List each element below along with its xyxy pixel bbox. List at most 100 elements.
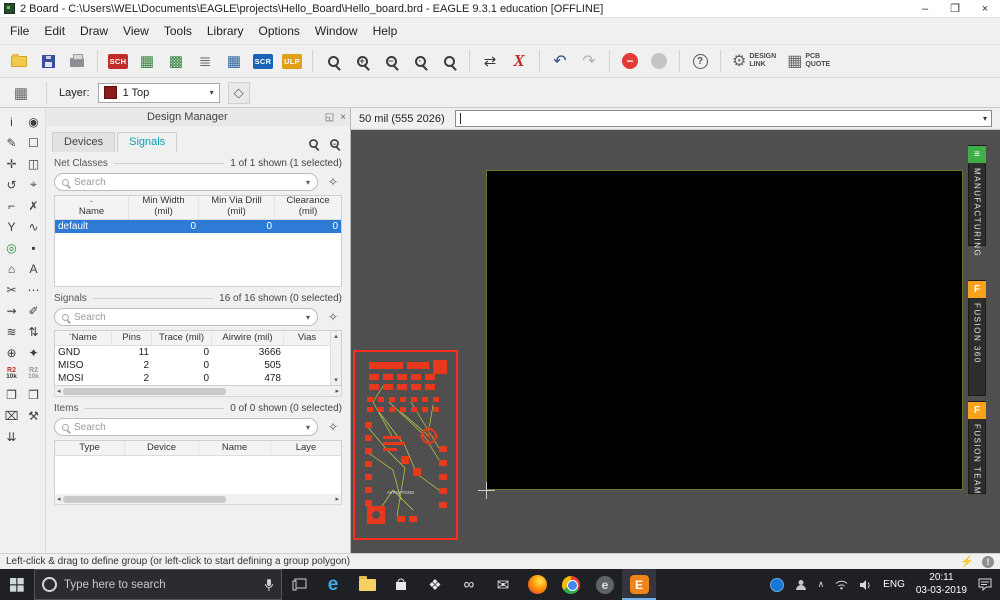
- rotate-tool-icon[interactable]: ↺: [1, 174, 23, 195]
- smash-tool-icon[interactable]: R2 10k: [1, 363, 23, 384]
- net-class-row-default[interactable]: default 0 0 0: [55, 220, 341, 233]
- command-input[interactable]: ▾: [454, 110, 992, 127]
- tab-devices[interactable]: Devices: [52, 132, 116, 152]
- signals-search-input[interactable]: Search ▾: [54, 308, 318, 326]
- signal-row-miso[interactable]: MISO 2 0 505: [55, 359, 330, 372]
- cancel-command-button[interactable]: X: [506, 48, 532, 74]
- tab-signals[interactable]: Signals: [117, 132, 178, 152]
- unsmash-tool-icon[interactable]: R2 10k: [23, 363, 45, 384]
- loop-app-button[interactable]: ∞: [452, 569, 486, 600]
- scroll-up-icon[interactable]: ▴: [334, 332, 338, 340]
- column-header-min-via-drill[interactable]: Min Via Drill (mil): [199, 195, 275, 219]
- column-header-name[interactable]: Name: [199, 441, 271, 455]
- float-panel-icon[interactable]: ◱: [325, 112, 334, 123]
- chrome-button[interactable]: [554, 569, 588, 600]
- erase-tool-icon[interactable]: ⌧: [1, 405, 23, 426]
- wrench-tool-icon[interactable]: ⚒: [23, 405, 45, 426]
- zoom-out-button[interactable]: −: [378, 48, 404, 74]
- optimize-tool-icon[interactable]: ⋯: [23, 279, 45, 300]
- filter-wand-icon[interactable]: ✧: [324, 418, 342, 436]
- group-tool-icon[interactable]: ☐: [23, 132, 45, 153]
- signal-row-gnd[interactable]: GND 11 0 3666: [55, 346, 330, 359]
- paste-tool-icon[interactable]: ❒: [23, 384, 45, 405]
- display-tool-icon[interactable]: ✎: [1, 132, 23, 153]
- go-button[interactable]: [646, 48, 672, 74]
- fusion-team-tab[interactable]: F FUSION TEAM: [968, 401, 986, 495]
- task-view-button[interactable]: [282, 569, 316, 600]
- dropbox-button[interactable]: ❖: [418, 569, 452, 600]
- board-canvas[interactable]: AVRISP/GND ≡ MANUFACTURING F FUSION 360 …: [351, 130, 1000, 553]
- column-header-clearance[interactable]: Clearance (mil): [275, 195, 341, 219]
- collapse-tools-icon[interactable]: ⇊: [1, 426, 23, 447]
- cam-button[interactable]: ▦: [221, 48, 247, 74]
- taskbar-search-box[interactable]: Type here to search: [34, 569, 282, 600]
- items-horizontal-scrollbar[interactable]: ◂ ▸: [54, 494, 342, 505]
- menu-help[interactable]: Help: [373, 24, 398, 38]
- delete-tool-icon[interactable]: ✗: [23, 195, 45, 216]
- zoom-in-button[interactable]: +: [349, 48, 375, 74]
- menu-tools[interactable]: Tools: [164, 24, 192, 38]
- save-button[interactable]: [35, 48, 61, 74]
- signals-horizontal-scrollbar[interactable]: ◂ ▸: [54, 386, 342, 397]
- edge-browser-button[interactable]: e: [316, 569, 350, 600]
- language-indicator[interactable]: ENG: [883, 579, 905, 590]
- column-header-trace[interactable]: Trace (mil): [152, 331, 212, 345]
- menu-edit[interactable]: Edit: [44, 24, 65, 38]
- schematic-button[interactable]: SCH: [105, 48, 131, 74]
- board-outline[interactable]: [486, 170, 963, 490]
- undo-button[interactable]: ↶: [547, 48, 573, 74]
- people-tray-icon[interactable]: [795, 579, 807, 591]
- stop-button[interactable]: −: [617, 48, 643, 74]
- polygon-tool-icon[interactable]: ⌂: [1, 258, 23, 279]
- close-button[interactable]: ×: [970, 0, 1000, 17]
- tag-button[interactable]: ◇: [227, 81, 250, 104]
- scroll-down-icon[interactable]: ▾: [334, 376, 338, 384]
- zoom-to-selection-icon[interactable]: [309, 139, 318, 148]
- mirror-tool-icon[interactable]: ◫: [23, 153, 45, 174]
- layer-select[interactable]: 1 Top ▾: [97, 82, 220, 103]
- menu-library[interactable]: Library: [207, 24, 244, 38]
- warning-icon[interactable]: !: [982, 555, 994, 568]
- menu-draw[interactable]: Draw: [80, 24, 108, 38]
- taskbar-clock[interactable]: 20:11 03-03-2019: [916, 572, 967, 597]
- zoom-redraw-button[interactable]: [436, 48, 462, 74]
- grid-button[interactable]: ▦: [8, 80, 34, 106]
- lightning-icon[interactable]: ⚡: [960, 555, 974, 568]
- volume-icon[interactable]: [859, 579, 872, 591]
- script-button[interactable]: SCR: [250, 48, 276, 74]
- copy-tool-icon[interactable]: ❐: [1, 384, 23, 405]
- pcb-quote-button[interactable]: ▦ PCB QUOTE: [783, 51, 834, 71]
- browser-secondary-button[interactable]: e: [588, 569, 622, 600]
- action-center-icon[interactable]: [978, 578, 992, 591]
- column-header-pins[interactable]: Pins: [112, 331, 152, 345]
- scroll-left-icon[interactable]: ◂: [57, 495, 61, 503]
- zoom-select-button[interactable]: ·: [407, 48, 433, 74]
- microphone-icon[interactable]: [264, 578, 274, 592]
- swap-layers-button[interactable]: ⇄: [477, 48, 503, 74]
- scroll-right-icon[interactable]: ▸: [335, 495, 339, 503]
- column-header-name[interactable]: ˆ Name: [55, 196, 129, 219]
- eagle-app-button[interactable]: E: [622, 569, 656, 600]
- scrollbar-thumb[interactable]: [62, 495, 227, 503]
- column-header-min-width[interactable]: Min Width (mil): [129, 195, 199, 219]
- open-button[interactable]: [6, 48, 32, 74]
- text-tool-icon[interactable]: A: [23, 258, 45, 279]
- column-header-airwire[interactable]: Airwire (mil): [212, 331, 284, 345]
- zoom-fit-selection-icon[interactable]: −: [330, 139, 339, 148]
- split-tool-icon[interactable]: Y: [1, 216, 23, 237]
- column-header-layer[interactable]: Laye: [271, 441, 341, 455]
- column-header-name[interactable]: ˆName: [55, 331, 112, 345]
- menu-file[interactable]: File: [10, 24, 29, 38]
- draw-tool-icon[interactable]: ✐: [23, 300, 45, 321]
- maximize-button[interactable]: ❐: [940, 0, 970, 17]
- layer-settings-button[interactable]: ≣: [192, 48, 218, 74]
- wifi-icon[interactable]: [835, 579, 848, 590]
- print-button[interactable]: [64, 48, 90, 74]
- fusion-360-tab[interactable]: F FUSION 360: [968, 280, 986, 396]
- chart-button[interactable]: ▩: [163, 48, 189, 74]
- firefox-button[interactable]: [520, 569, 554, 600]
- airwire-tool-icon[interactable]: ⇝: [1, 300, 23, 321]
- sheet-button[interactable]: ▦: [134, 48, 160, 74]
- help-button[interactable]: ?: [687, 48, 713, 74]
- signal-row-mosi[interactable]: MOSI 2 0 478: [55, 372, 330, 385]
